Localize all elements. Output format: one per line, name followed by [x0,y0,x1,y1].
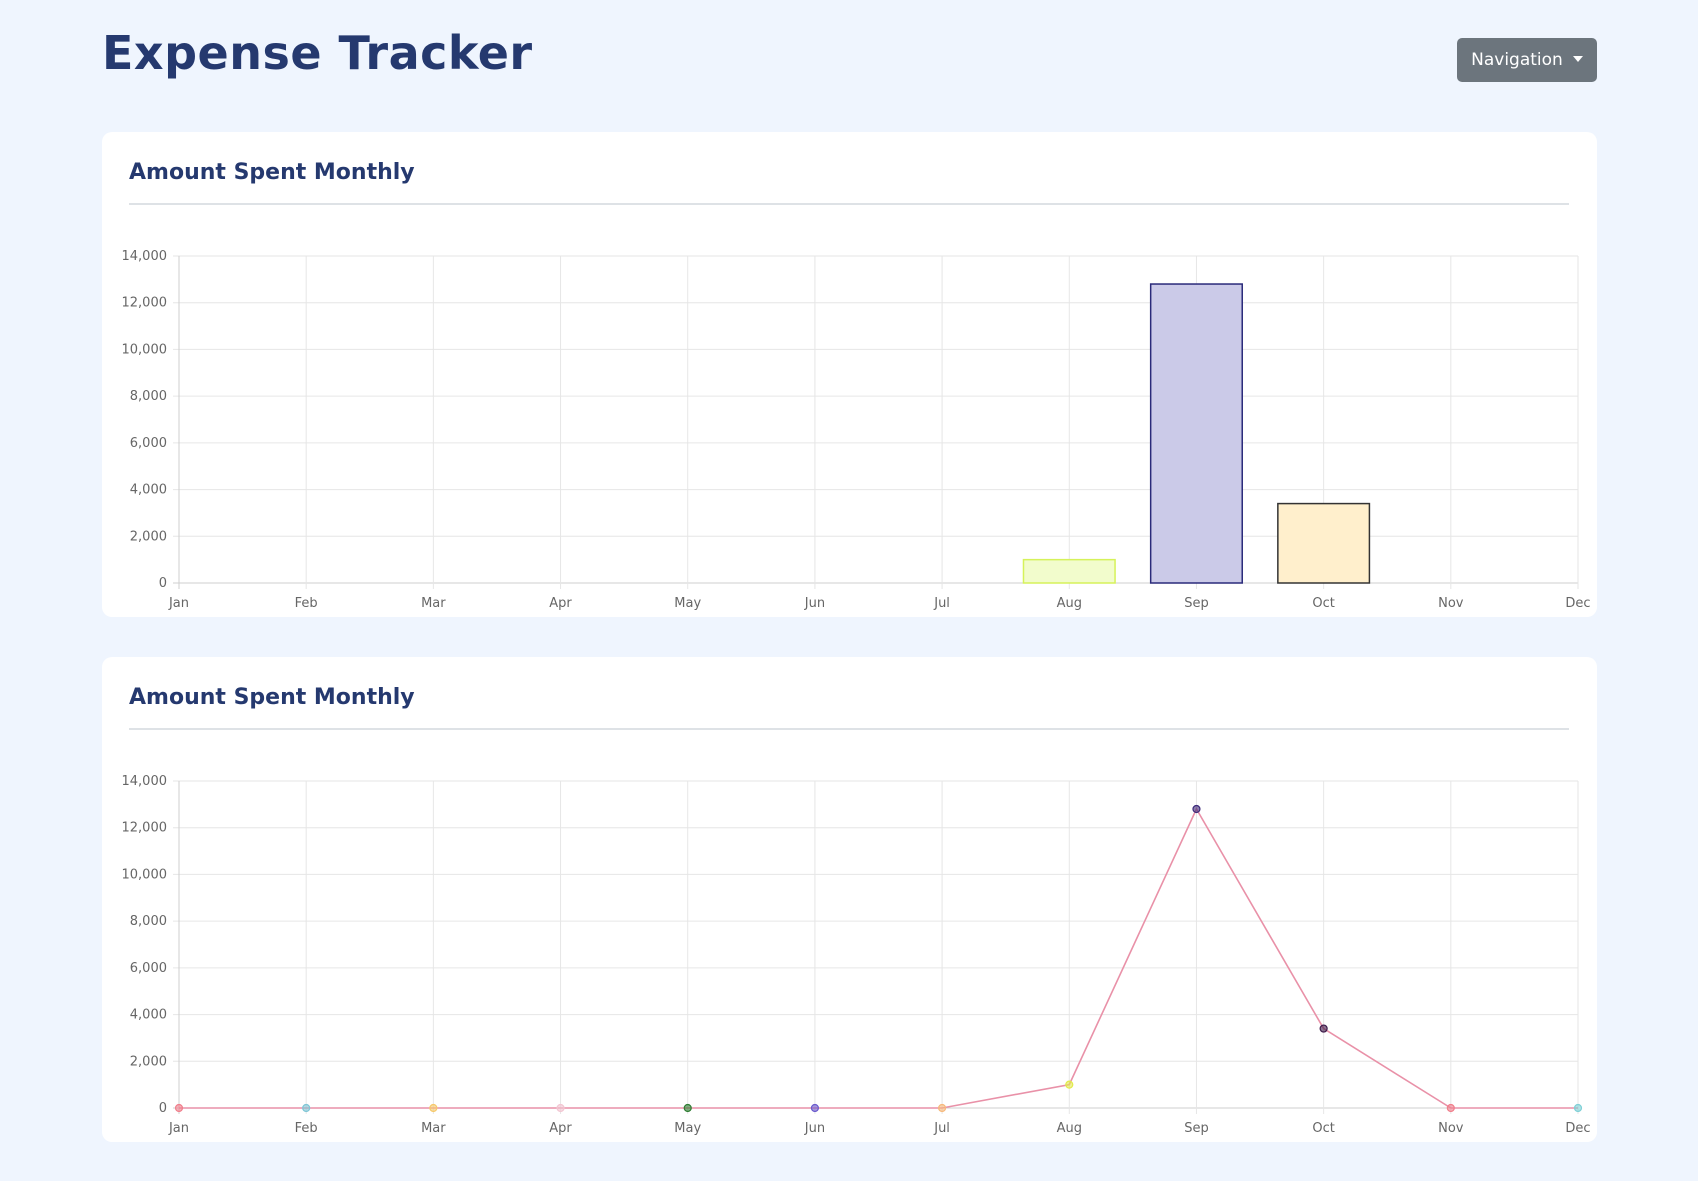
y-tick-label: 2,000 [130,1054,167,1069]
x-tick-label: Feb [295,1121,318,1136]
navigation-button-label: Navigation [1471,50,1563,70]
point-mar[interactable] [429,1103,438,1113]
card-divider [129,203,1569,205]
x-tick-label: Mar [421,1121,446,1136]
point-jul[interactable] [937,1103,947,1113]
x-tick-label: Aug [1057,596,1082,611]
page-title: Expense Tracker [102,26,533,80]
y-tick-label: 0 [159,1101,167,1116]
x-tick-label: Jan [168,1121,189,1136]
point-dec[interactable] [1573,1103,1583,1113]
x-tick-label: Dec [1565,596,1590,611]
point-oct[interactable] [1319,1024,1328,1033]
y-tick-label: 8,000 [130,389,167,404]
line-chart-card-title: Amount Spent Monthly [129,685,415,710]
x-tick-label: Apr [549,1121,572,1136]
point-nov[interactable] [1446,1103,1455,1113]
point-sep[interactable] [1192,804,1201,814]
x-tick-label: Oct [1312,596,1334,611]
bar-chart-card-title: Amount Spent Monthly [129,160,415,185]
x-tick-label: Mar [421,596,446,611]
caret-down-icon [1572,55,1583,62]
x-tick-label: May [674,1121,701,1136]
y-tick-label: 2,000 [130,529,167,544]
bar-sep [1149,283,1243,584]
x-tick-label: Oct [1312,1121,1334,1136]
bar-chart-card: 0 2,000 4,000 6,000 8,000 10,000 12,000 14,000 J… [102,132,1597,617]
point-may[interactable] [683,1103,692,1113]
y-tick-label: 12,000 [122,296,168,311]
point-jan[interactable] [174,1103,184,1113]
x-tick-label: Sep [1184,1121,1209,1136]
x-tick-label: Aug [1057,1121,1082,1136]
y-tick-label: 4,000 [130,483,167,498]
x-tick-label: Jul [933,1121,950,1136]
y-tick-label: 6,000 [130,436,167,451]
bar-oct [1277,502,1371,584]
y-tick-label: 14,000 [122,774,168,789]
x-tick-label: Nov [1438,1121,1464,1136]
x-tick-label: Jan [168,596,189,611]
navigation-dropdown-button[interactable]: Navigation [1457,38,1597,82]
x-tick-label: Sep [1184,596,1209,611]
point-aug[interactable] [1065,1080,1074,1089]
x-tick-label: Nov [1438,596,1464,611]
y-tick-label: 14,000 [122,249,168,264]
y-tick-label: 8,000 [130,914,167,929]
bar-aug [1022,558,1116,584]
y-tick-label: 12,000 [122,821,168,836]
x-tick-label: Jun [804,1121,825,1136]
x-tick-label: Apr [549,596,572,611]
point-jun[interactable] [810,1103,820,1113]
y-tick-label: 10,000 [122,342,168,357]
x-tick-label: Jun [804,596,825,611]
x-tick-label: Feb [295,596,318,611]
x-tick-label: Jul [933,596,950,611]
series-line [179,807,1578,1109]
point-apr[interactable] [556,1103,565,1113]
y-tick-label: 0 [159,576,167,591]
line-chart-card: 0 2,000 4,000 6,000 8,000 10,000 12,000 14,000 J… [102,657,1597,1142]
y-tick-label: 10,000 [122,867,168,882]
x-tick-label: Dec [1565,1121,1590,1136]
y-tick-label: 4,000 [130,1008,167,1023]
point-feb[interactable] [302,1103,311,1113]
y-tick-label: 6,000 [130,961,167,976]
card-divider [129,728,1569,730]
x-tick-label: May [674,596,701,611]
